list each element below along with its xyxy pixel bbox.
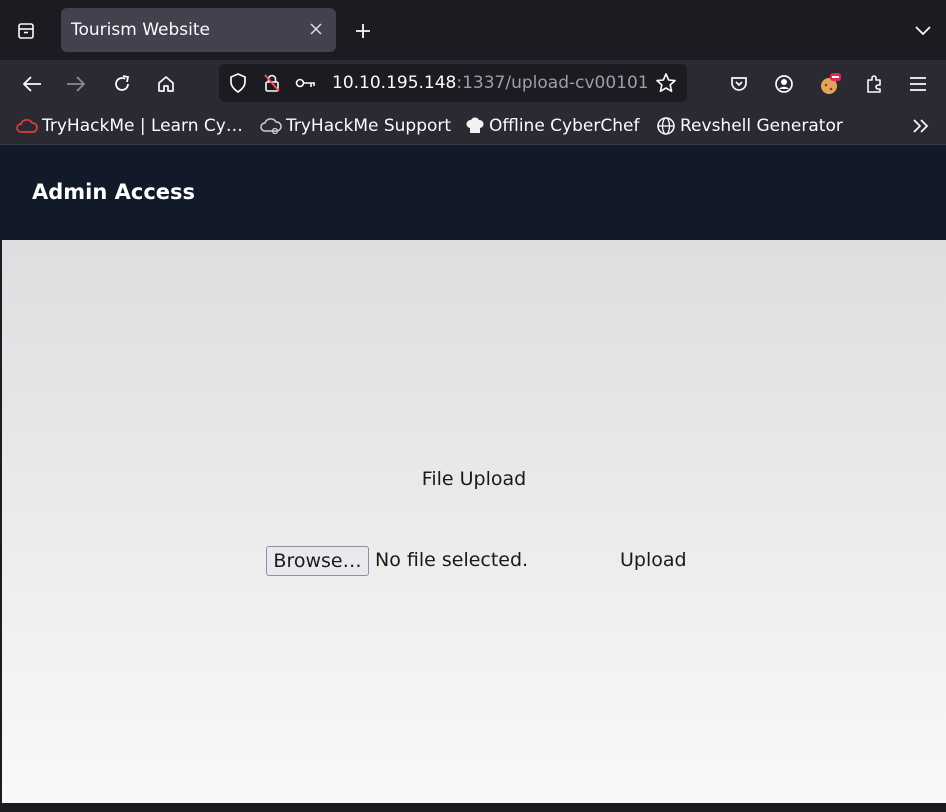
browse-button[interactable]: Browse… bbox=[266, 546, 369, 576]
home-icon[interactable] bbox=[152, 70, 180, 98]
url-host: 10.10.195.148 bbox=[332, 73, 457, 93]
pocket-icon[interactable] bbox=[725, 70, 753, 98]
globe-icon bbox=[657, 117, 675, 135]
tab-title: Tourism Website bbox=[71, 20, 210, 40]
active-tab[interactable]: Tourism Website bbox=[61, 8, 336, 52]
bookmark-label: Offline CyberChef bbox=[489, 116, 640, 136]
bookmark-tryhackme[interactable]: TryHackMe | Learn Cy… bbox=[16, 115, 243, 137]
shield-icon[interactable] bbox=[227, 72, 249, 94]
chevron-down-icon[interactable] bbox=[910, 18, 936, 44]
window-bottom-edge bbox=[0, 803, 946, 812]
back-arrow-icon[interactable] bbox=[18, 70, 46, 98]
close-tab-icon[interactable] bbox=[304, 17, 328, 41]
extensions-puzzle-icon[interactable] bbox=[860, 70, 888, 98]
new-tab-icon[interactable] bbox=[350, 18, 376, 44]
navigation-toolbar: 10.10.195.148:1337/upload-cv00101 bbox=[0, 60, 946, 108]
bookmarks-toolbar: TryHackMe | Learn Cy… TryHackMe Support … bbox=[0, 108, 946, 145]
bookmark-label: TryHackMe | Learn Cy… bbox=[42, 116, 243, 136]
extension-cookie-icon[interactable] bbox=[816, 70, 844, 98]
file-status-text: No file selected. bbox=[375, 549, 529, 571]
upload-section: File Upload Browse… No file selected. Up… bbox=[2, 240, 946, 803]
url-path: :1337/upload-cv00101 bbox=[456, 73, 649, 93]
bookmark-offline-cyberchef[interactable]: Offline CyberChef bbox=[465, 115, 639, 137]
tab-list-icon[interactable] bbox=[12, 18, 40, 44]
bookmark-tryhackme-support[interactable]: TryHackMe Support bbox=[260, 115, 451, 137]
upload-button[interactable]: Upload bbox=[620, 549, 687, 571]
menu-icon[interactable] bbox=[904, 70, 932, 98]
page-title: Admin Access bbox=[32, 180, 196, 204]
address-bar[interactable]: 10.10.195.148:1337/upload-cv00101 bbox=[219, 64, 687, 102]
tryhackme-cloud-icon bbox=[16, 119, 38, 133]
tab-strip: Tourism Website bbox=[0, 0, 946, 60]
url-text[interactable]: 10.10.195.148:1337/upload-cv00101 bbox=[332, 73, 652, 93]
bookmark-label: TryHackMe Support bbox=[286, 116, 452, 136]
support-cloud-icon bbox=[260, 118, 282, 134]
bookmark-revshell-generator[interactable]: Revshell Generator bbox=[656, 115, 843, 137]
reload-icon[interactable] bbox=[108, 70, 136, 98]
bookmark-label: Revshell Generator bbox=[680, 116, 843, 136]
upload-heading: File Upload bbox=[421, 468, 527, 490]
account-icon[interactable] bbox=[770, 70, 798, 98]
chef-hat-icon bbox=[466, 117, 484, 133]
insecure-lock-icon[interactable] bbox=[261, 72, 283, 94]
site-header: Admin Access bbox=[0, 145, 946, 240]
key-icon[interactable] bbox=[295, 72, 317, 94]
forward-arrow-icon[interactable] bbox=[62, 70, 90, 98]
bookmark-star-icon[interactable] bbox=[655, 72, 677, 94]
bookmarks-overflow-icon[interactable] bbox=[912, 115, 934, 137]
